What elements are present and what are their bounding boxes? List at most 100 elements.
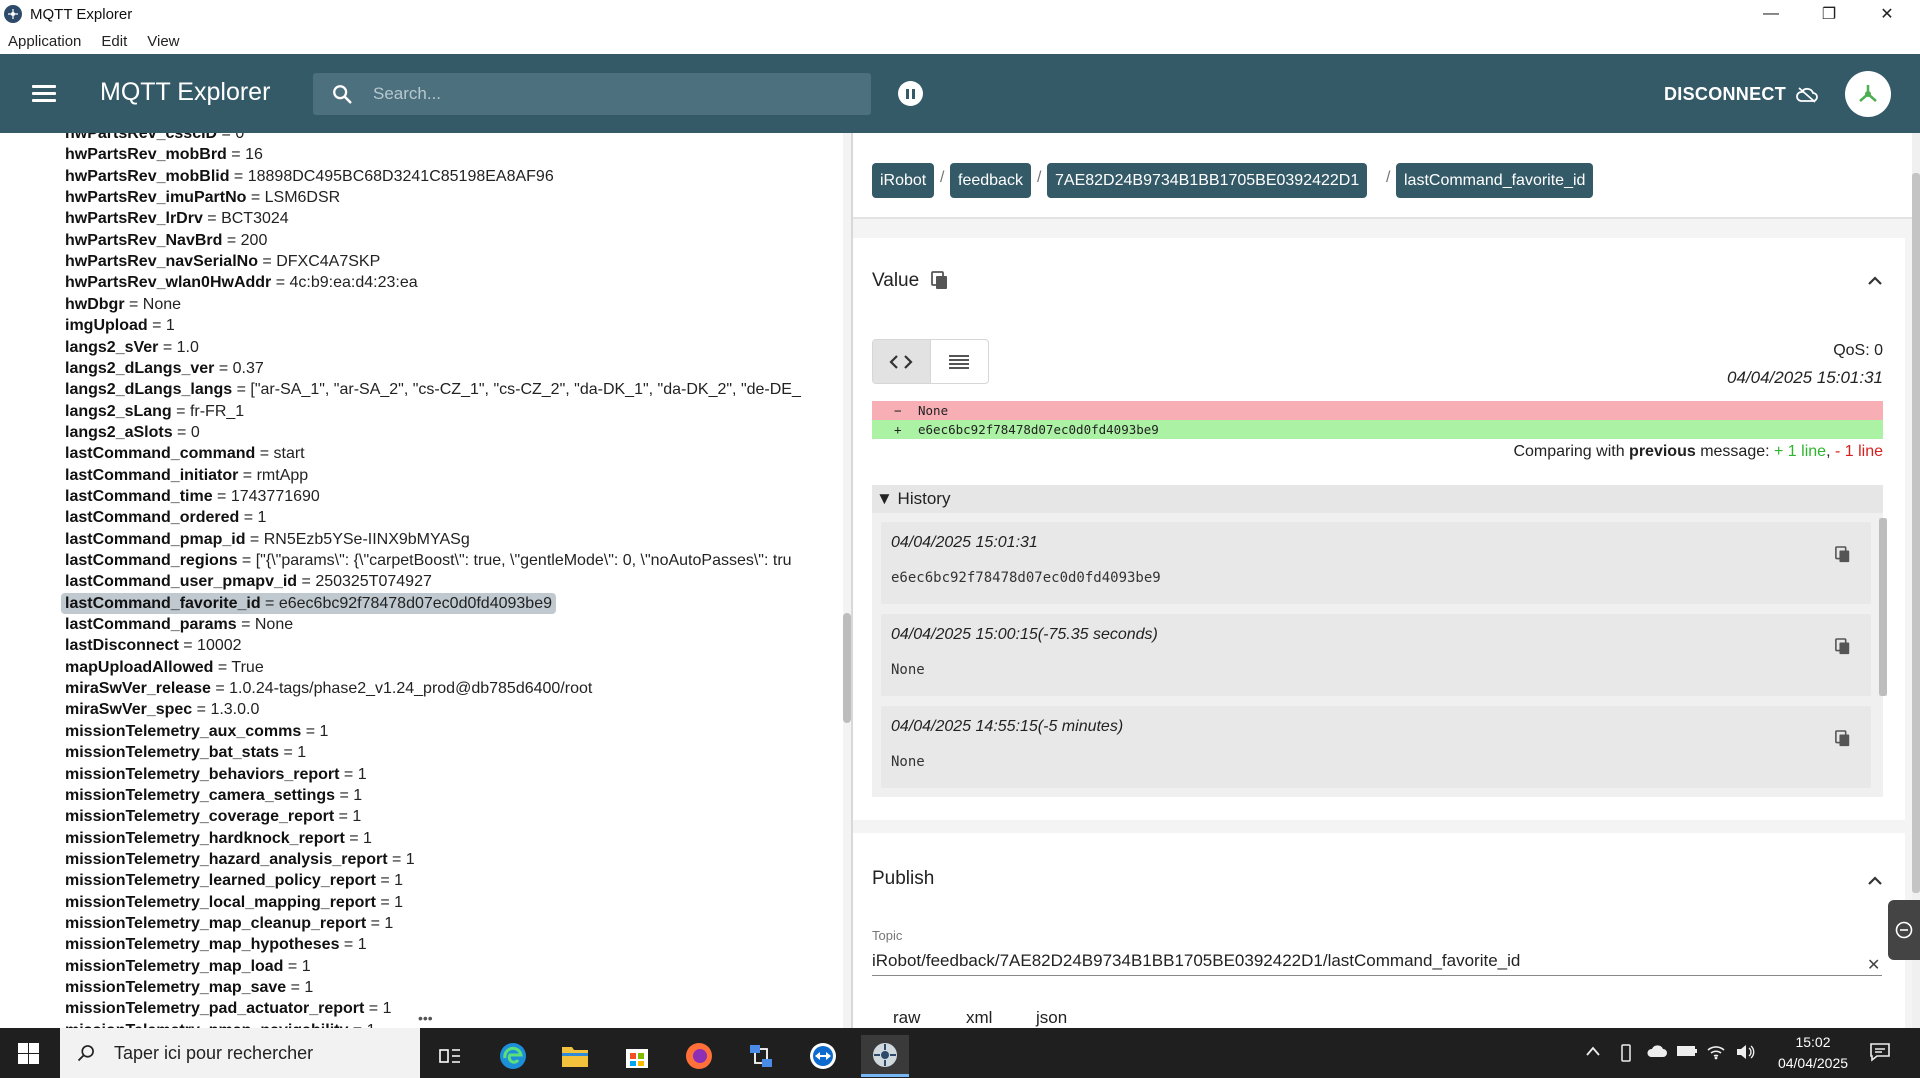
volume-icon[interactable] [1735,1044,1755,1064]
close-window-button[interactable]: ✕ [1858,0,1916,28]
tree-scrollbar[interactable] [843,133,851,1028]
tree-node[interactable]: missionTelemetry_pmap_navigability = 1 [65,1020,376,1028]
tree-node[interactable]: hwPartsRev_mobBlid = 18898DC495BC68D3241… [65,166,554,187]
tree-node[interactable]: langs2_dLangs_ver = 0.37 [65,358,264,379]
copy-icon[interactable] [1835,638,1851,656]
tree-node[interactable]: miraSwVer_release = 1.0.24-tags/phase2_v… [65,678,592,699]
tree-node[interactable]: langs2_sVer = 1.0 [65,337,199,358]
tree-node[interactable]: mapUploadAllowed = True [65,657,264,678]
tree-node[interactable]: langs2_aSlots = 0 [65,422,200,443]
wifi-icon[interactable] [1706,1044,1726,1064]
edge-browser-icon[interactable] [489,1035,537,1077]
chevron-up-icon[interactable] [1867,276,1883,286]
tree-node[interactable]: missionTelemetry_map_save = 1 [65,977,313,998]
tree-node[interactable]: missionTelemetry_map_cleanup_report = 1 [65,913,393,934]
tree-node[interactable]: missionTelemetry_coverage_report = 1 [65,806,361,827]
maximize-button[interactable]: ❐ [1800,0,1858,28]
history-item[interactable]: 04/04/2025 15:00:15(-75.35 seconds) None [881,614,1871,696]
battery-icon[interactable] [1676,1044,1698,1062]
diff-view-button[interactable] [873,340,931,383]
tree-node[interactable]: missionTelemetry_behaviors_report = 1 [65,764,367,785]
tree-node[interactable]: hwPartsRev_wlan0HwAddr = 4c:b9:ea:d4:23:… [65,272,418,293]
format-json[interactable]: json [1036,1008,1067,1028]
menu-view[interactable]: View [147,33,179,50]
store-icon[interactable] [613,1035,661,1077]
tree-node[interactable]: lastCommand_command = start [65,443,305,464]
tree-node[interactable]: missionTelemetry_local_mapping_report = … [65,892,403,913]
tree-node[interactable]: langs2_dLangs_langs = ["ar-SA_1", "ar-SA… [65,379,801,400]
taskbar-clock[interactable]: 15:02 04/04/2025 [1768,1032,1858,1074]
tree-node[interactable]: hwPartsRev_NavBrd = 200 [65,230,267,251]
copy-icon[interactable] [931,271,949,291]
search-box[interactable] [313,73,871,115]
history-scrollbar[interactable] [1879,518,1887,696]
clear-topic-button[interactable]: ✕ [1867,955,1880,975]
history-toggle[interactable]: ▼ History [872,485,1883,513]
tree-node[interactable]: hwDbgr = None [65,294,181,315]
copy-icon[interactable] [1835,546,1851,564]
task-view-icon[interactable] [426,1035,474,1077]
windows-start-icon[interactable] [18,1043,39,1064]
cloud-icon[interactable] [1646,1044,1668,1062]
teamviewer-icon[interactable] [799,1035,847,1077]
tree-node[interactable]: lastCommand_regions = ["{\"params\": {\"… [65,550,792,571]
history-item[interactable]: 04/04/2025 14:55:15(-5 minutes) None [881,706,1871,788]
menu-edit[interactable]: Edit [101,33,127,50]
tree-node[interactable]: langs2_sLang = fr-FR_1 [65,401,244,422]
chevron-up-icon[interactable] [1867,876,1883,886]
topic-tree[interactable]: hwPartsRev_csscID = 0 hwPartsRev_mobBrd =… [0,133,842,1028]
tree-node[interactable]: missionTelemetry_hazard_analysis_report … [65,849,415,870]
tree-node[interactable]: missionTelemetry_map_hypotheses = 1 [65,934,367,955]
breadcrumb-device-id[interactable]: 7AE82D24B9734B1BB1705BE0392422D1 [1047,163,1368,198]
copy-icon[interactable] [1835,730,1851,748]
firefox-icon[interactable] [675,1035,723,1077]
breadcrumb-irobot[interactable]: iRobot [872,163,935,198]
menu-application[interactable]: Application [8,33,81,50]
notifications-icon[interactable] [1869,1042,1891,1066]
tree-node[interactable]: missionTelemetry_map_load = 1 [65,956,311,977]
breadcrumb-topic[interactable]: lastCommand_favorite_id [1396,163,1594,198]
tray-chevron-up-icon[interactable] [1585,1044,1601,1061]
tree-node[interactable]: lastCommand_pmap_id = RN5Ezb5YSe-IINX9bM… [65,529,470,550]
search-input[interactable] [373,84,853,104]
details-scrollbar[interactable] [1912,133,1920,1028]
file-explorer-icon[interactable] [551,1035,599,1077]
tree-node[interactable]: lastCommand_params = None [65,614,293,635]
tree-node[interactable]: lastDisconnect = 10002 [65,635,242,656]
disconnect-button[interactable]: DISCONNECT [1664,84,1818,105]
history-item[interactable]: 04/04/2025 15:01:31 e6ec6bc92f78478d07ec… [881,522,1871,604]
breadcrumb-feedback[interactable]: feedback [950,163,1031,198]
topic-input[interactable] [872,946,1882,976]
connection-avatar-icon[interactable] [1845,71,1891,117]
side-tab-icon[interactable] [1888,900,1920,960]
raw-view-button[interactable] [931,340,989,383]
tree-node[interactable]: lastCommand_time = 1743771690 [65,486,320,507]
tree-node[interactable]: hwPartsRev_navSerialNo = DFXC4A7SKP [65,251,380,272]
tree-node[interactable]: missionTelemetry_learned_policy_report =… [65,870,403,891]
tree-node[interactable]: miraSwVer_spec = 1.3.0.0 [65,699,259,720]
tree-node-selected[interactable]: lastCommand_favorite_id = e6ec6bc92f7847… [61,592,556,614]
tree-node[interactable]: hwPartsRev_lrDrv = BCT3024 [65,208,289,229]
tree-node[interactable]: hwPartsRev_csscID = 0 [65,133,244,144]
tree-node[interactable]: missionTelemetry_camera_settings = 1 [65,785,362,806]
history-list[interactable]: 04/04/2025 15:01:31 e6ec6bc92f78478d07ec… [872,513,1883,797]
taskbar-search[interactable]: Taper ici pour rechercher [60,1028,420,1078]
tree-node[interactable]: hwPartsRev_mobBrd = 16 [65,144,263,165]
tree-node[interactable]: hwPartsRev_imuPartNo = LSM6DSR [65,187,340,208]
usb-device-icon[interactable] [1620,1044,1632,1066]
minimize-button[interactable]: — [1742,0,1800,28]
tree-node[interactable]: lastCommand_user_pmapv_id = 250325T07492… [65,571,432,592]
tree-node[interactable]: lastCommand_initiator = rmtApp [65,465,308,486]
network-app-icon[interactable] [737,1035,785,1077]
tree-node[interactable]: missionTelemetry_hardknock_report = 1 [65,828,372,849]
tree-node[interactable]: missionTelemetry_aux_comms = 1 [65,721,328,742]
format-raw[interactable]: raw [893,1008,920,1028]
format-xml[interactable]: xml [966,1008,992,1028]
tree-node[interactable]: imgUpload = 1 [65,315,175,336]
mqtt-explorer-taskbar-icon[interactable] [861,1035,909,1077]
tree-node[interactable]: missionTelemetry_bat_stats = 1 [65,742,306,763]
menu-icon[interactable] [32,85,56,103]
tree-node[interactable]: lastCommand_ordered = 1 [65,507,266,528]
tree-node[interactable]: missionTelemetry_pad_actuator_report = 1 [65,998,392,1019]
pause-button[interactable] [898,81,923,106]
